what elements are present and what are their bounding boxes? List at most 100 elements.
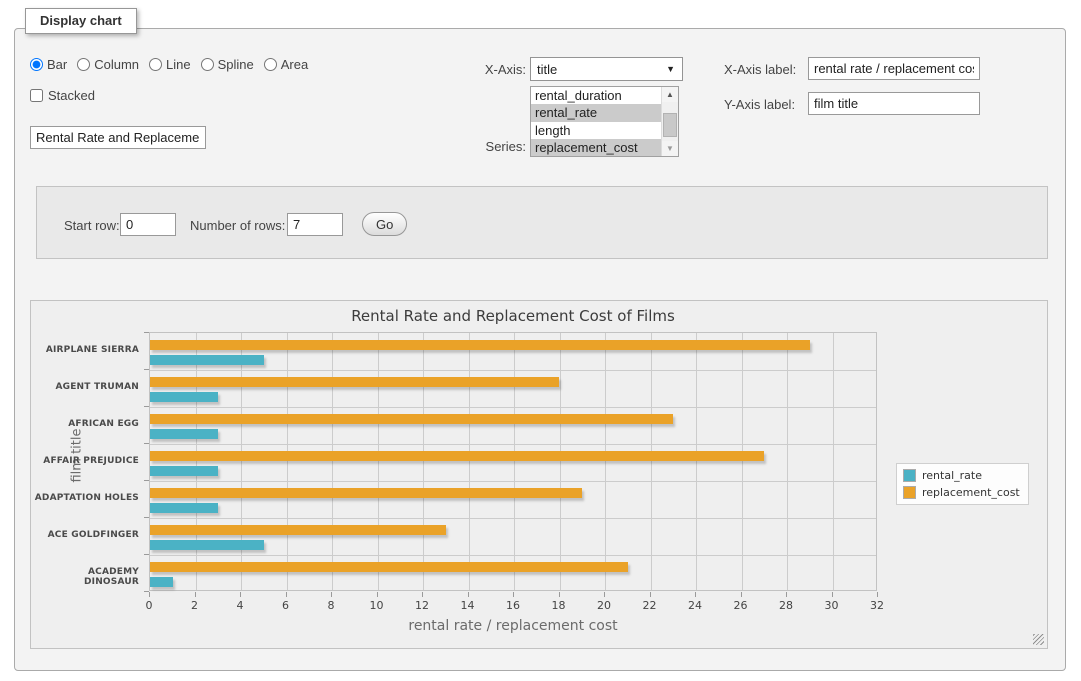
x-axis-label-label: X-Axis label:	[724, 62, 796, 77]
y-axis-label-label: Y-Axis label:	[724, 97, 795, 112]
x-tick-label: 32	[862, 599, 892, 612]
radio-spline[interactable]: Spline	[201, 57, 254, 72]
grid-line-v	[196, 333, 197, 590]
x-tick-mark	[422, 592, 423, 597]
bar-rental_rate	[150, 392, 218, 402]
bar-replacement_cost	[150, 451, 764, 461]
x-tick-mark	[468, 592, 469, 597]
legend-label: replacement_cost	[922, 486, 1020, 499]
x-tick-mark	[286, 592, 287, 597]
grid-line-h	[150, 555, 876, 556]
stacked-checkbox[interactable]	[30, 89, 43, 102]
x-tick-label: 2	[180, 599, 210, 612]
series-options: rental_duration rental_rate length repla…	[531, 87, 661, 156]
y-tick-mark	[144, 554, 149, 555]
grid-line-v	[833, 333, 834, 590]
x-tick-mark	[650, 592, 651, 597]
radio-area[interactable]: Area	[264, 57, 308, 72]
y-axis-label-input[interactable]	[808, 92, 980, 115]
radio-bar[interactable]: Bar	[30, 57, 67, 72]
series-option-length[interactable]: length	[531, 122, 661, 139]
x-tick-label: 22	[635, 599, 665, 612]
radio-spline-label: Spline	[218, 57, 254, 72]
grid-line-v	[742, 333, 743, 590]
radio-column[interactable]: Column	[77, 57, 139, 72]
grid-line-h	[150, 407, 876, 408]
rows-panel	[36, 186, 1048, 259]
grid-line-v	[605, 333, 606, 590]
scroll-down-icon[interactable]: ▼	[662, 141, 678, 156]
chart-title-input[interactable]	[30, 126, 206, 149]
y-category-label: AGENT TRUMAN	[34, 382, 139, 392]
y-tick-mark	[144, 332, 149, 333]
y-tick-mark	[144, 406, 149, 407]
x-tick-mark	[240, 592, 241, 597]
grid-line-v	[469, 333, 470, 590]
grid-line-v	[696, 333, 697, 590]
grid-line-v	[651, 333, 652, 590]
radio-area-input[interactable]	[264, 58, 277, 71]
radio-line-input[interactable]	[149, 58, 162, 71]
series-select-label: Series:	[460, 139, 526, 154]
bar-rental_rate	[150, 466, 218, 476]
bar-rental_rate	[150, 577, 173, 587]
x-axis-selected-value: title	[537, 62, 557, 77]
x-axis-label-input[interactable]	[808, 57, 980, 80]
grid-line-v	[787, 333, 788, 590]
x-tick-label: 12	[407, 599, 437, 612]
x-tick-mark	[195, 592, 196, 597]
series-scrollbar[interactable]: ▲ ▼	[661, 87, 678, 156]
chevron-down-icon: ▼	[666, 64, 675, 74]
x-tick-label: 24	[680, 599, 710, 612]
bar-rental_rate	[150, 355, 264, 365]
x-tick-mark	[149, 592, 150, 597]
y-tick-mark	[144, 369, 149, 370]
panel-title: Display chart	[25, 8, 137, 34]
radio-line[interactable]: Line	[149, 57, 191, 72]
go-button[interactable]: Go	[362, 212, 407, 236]
grid-line-h	[150, 370, 876, 371]
x-tick-label: 4	[225, 599, 255, 612]
y-category-label: ACADEMY DINOSAUR	[34, 567, 139, 587]
chart-legend: rental_ratereplacement_cost	[896, 463, 1029, 505]
bar-rental_rate	[150, 429, 218, 439]
grid-line-v	[423, 333, 424, 590]
x-tick-label: 8	[316, 599, 346, 612]
x-tick-label: 18	[544, 599, 574, 612]
x-tick-label: 20	[589, 599, 619, 612]
x-axis-select[interactable]: title ▼	[530, 57, 683, 81]
grid-line-v	[287, 333, 288, 590]
series-multiselect[interactable]: rental_duration rental_rate length repla…	[530, 86, 679, 157]
x-tick-mark	[377, 592, 378, 597]
radio-bar-input[interactable]	[30, 58, 43, 71]
num-rows-input[interactable]	[287, 213, 343, 236]
y-tick-mark	[144, 517, 149, 518]
legend-entry: replacement_cost	[903, 486, 1020, 499]
grid-line-v	[514, 333, 515, 590]
x-tick-label: 26	[726, 599, 756, 612]
resize-handle-icon[interactable]	[1033, 634, 1044, 645]
series-option-rental-duration[interactable]: rental_duration	[531, 87, 661, 104]
x-tick-label: 0	[134, 599, 164, 612]
legend-swatch	[903, 486, 916, 499]
x-tick-label: 14	[453, 599, 483, 612]
grid-line-h	[150, 481, 876, 482]
radio-column-input[interactable]	[77, 58, 90, 71]
stacked-label: Stacked	[48, 88, 95, 103]
start-row-input[interactable]	[120, 213, 176, 236]
x-tick-label: 6	[271, 599, 301, 612]
chart-x-axis-title: rental rate / replacement cost	[149, 618, 877, 634]
radio-bar-label: Bar	[47, 57, 67, 72]
scrollbar-thumb[interactable]	[663, 113, 677, 137]
x-tick-mark	[786, 592, 787, 597]
stacked-row: Stacked	[30, 88, 95, 103]
scroll-up-icon[interactable]: ▲	[662, 87, 678, 102]
series-option-replacement-cost[interactable]: replacement_cost	[531, 139, 661, 156]
series-option-rental-rate[interactable]: rental_rate	[531, 104, 661, 121]
grid-line-v	[560, 333, 561, 590]
x-tick-mark	[559, 592, 560, 597]
y-category-label: ACE GOLDFINGER	[34, 530, 139, 540]
radio-spline-input[interactable]	[201, 58, 214, 71]
grid-line-v	[332, 333, 333, 590]
grid-line-h	[150, 444, 876, 445]
